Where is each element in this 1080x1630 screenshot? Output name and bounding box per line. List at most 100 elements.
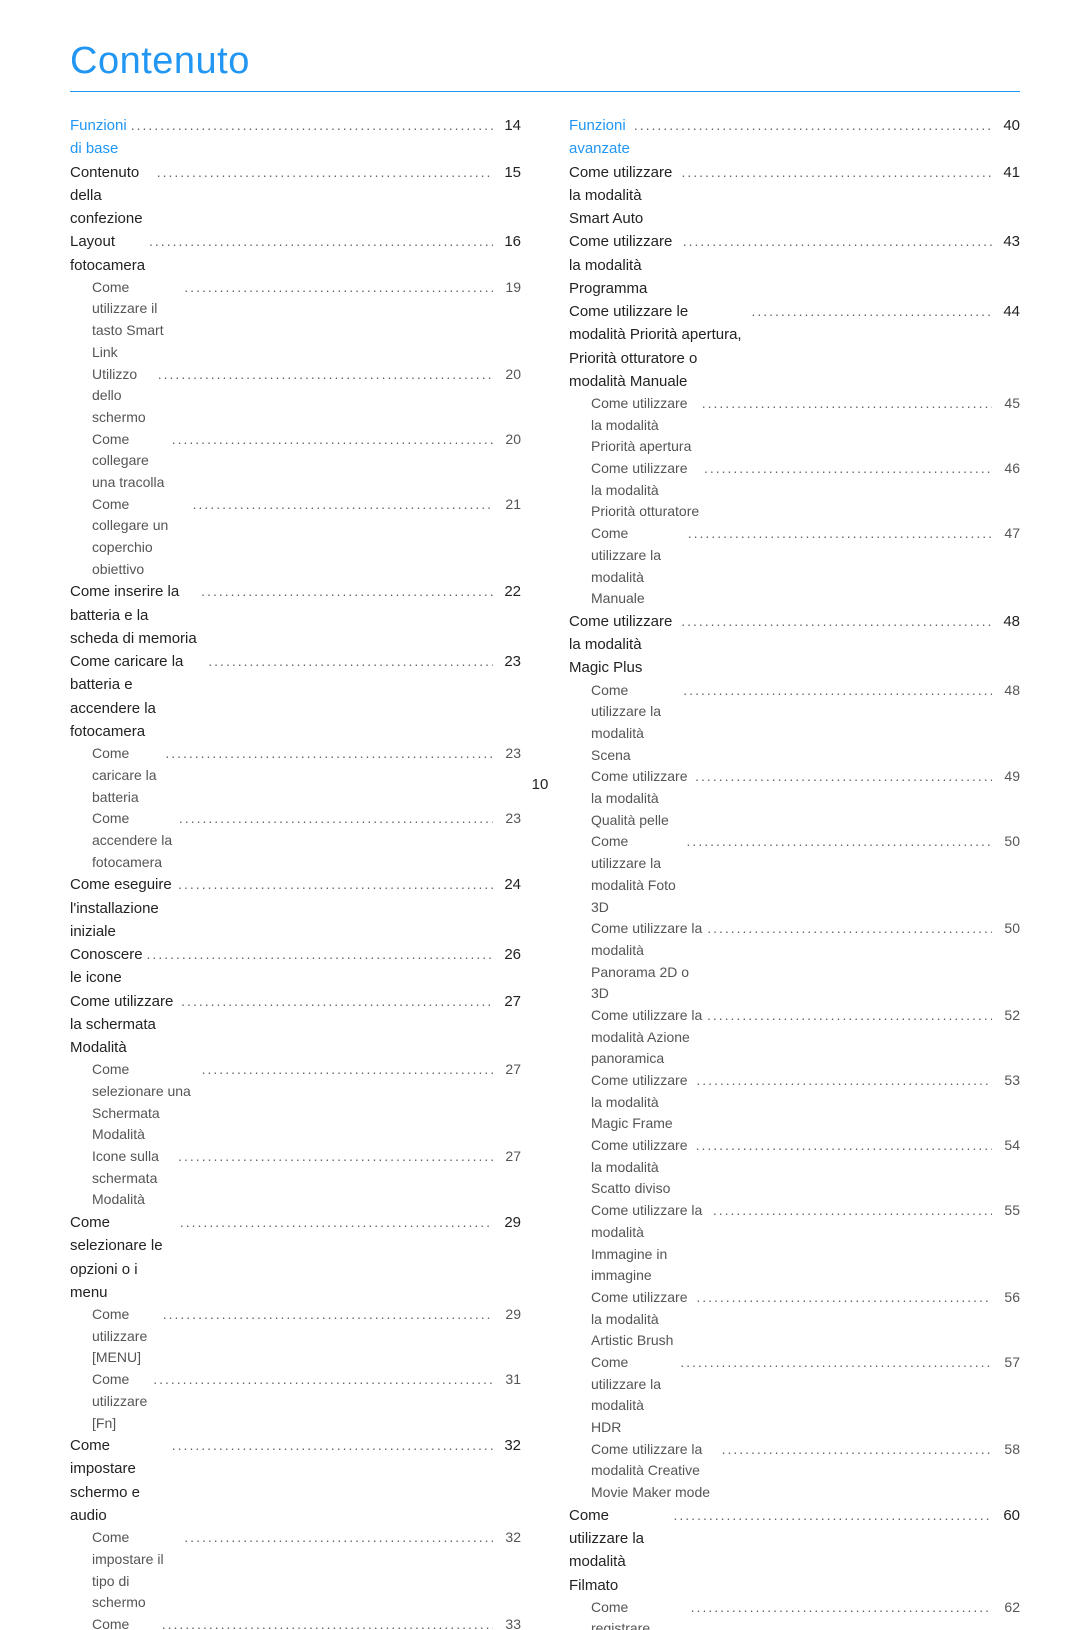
toc-page-number: 55	[992, 1200, 1020, 1222]
toc-entry-label: Come utilizzare la modalità Azione panor…	[591, 1005, 703, 1070]
toc-entry-label: Come utilizzare la modalità Creative Mov…	[591, 1439, 718, 1504]
toc-leader-dots	[197, 581, 493, 603]
toc-entry[interactable]: Come utilizzare la modalità Manuale47	[569, 523, 1020, 610]
toc-entry[interactable]: Come utilizzare la schermata Modalità 27	[70, 990, 521, 1060]
toc-right-column: Funzioni avanzate 40 Come utilizzare la …	[569, 114, 1020, 1630]
toc-page-number: 23	[493, 743, 521, 765]
toc-entry[interactable]: Conoscere le icone26	[70, 943, 521, 990]
toc-entry[interactable]: Come collegare un coperchio obiettivo21	[70, 494, 521, 581]
toc-page-number: 50	[992, 831, 1020, 853]
toc-entry[interactable]: Come eseguire l'installazione iniziale24	[70, 873, 521, 943]
toc-entry-label: Come utilizzare la modalità Artistic Bru…	[591, 1287, 692, 1352]
toc-entry-label: Come collegare una tracolla	[92, 429, 168, 494]
toc-entry-label: Come utilizzare la modalità Panorama 2D …	[591, 918, 703, 1005]
toc-page-number: 57	[992, 1352, 1020, 1374]
toc-section-heading[interactable]: Funzioni di base 14	[70, 114, 521, 161]
toc-page-number: 33	[493, 1614, 521, 1630]
toc-leader-dots	[153, 162, 493, 184]
toc-entry[interactable]: Come utilizzare la modalità Immagine in …	[569, 1200, 1020, 1287]
toc-entry[interactable]: Come utilizzare la modalità Azione panor…	[569, 1005, 1020, 1070]
toc-entry-label: Come utilizzare la modalità Foto 3D	[591, 831, 683, 918]
toc-entry-label: Come utilizzare la modalità Magic Plus	[569, 610, 677, 680]
toc-leader-dots	[683, 831, 992, 853]
toc-section-label: Funzioni avanzate	[569, 114, 630, 161]
toc-entry-label: Come utilizzare [Fn]	[92, 1369, 149, 1434]
toc-entry-label: Come utilizzare la modalità Priorità ape…	[591, 393, 698, 458]
toc-entry[interactable]: Come utilizzare il tasto Smart Link19	[70, 277, 521, 364]
toc-entry-label: Icone sulla schermata Modalità	[92, 1146, 174, 1211]
toc-entry-label: Come utilizzare la modalità Scena	[591, 680, 679, 767]
toc-columns: Funzioni di base 14 Contenuto della conf…	[70, 114, 1020, 1630]
toc-leader-dots	[127, 115, 493, 137]
toc-entry[interactable]: Come collegare una tracolla20	[70, 429, 521, 494]
toc-entry[interactable]: Contenuto della confezione15	[70, 161, 521, 231]
toc-entry[interactable]: Layout fotocamera16	[70, 230, 521, 277]
toc-section-heading[interactable]: Funzioni avanzate 40	[569, 114, 1020, 161]
toc-entry-label: Come utilizzare la schermata Modalità	[70, 990, 177, 1060]
toc-page-number: 20	[493, 364, 521, 386]
toc-page-number: 23	[493, 808, 521, 830]
toc-page-number: 24	[493, 873, 521, 896]
toc-entry[interactable]: Icone sulla schermata Modalità 27	[70, 1146, 521, 1211]
toc-entry[interactable]: Come utilizzare [Fn]31	[70, 1369, 521, 1434]
toc-page-number: 27	[493, 990, 521, 1013]
title-rule	[70, 91, 1020, 92]
toc-entry[interactable]: Come selezionare le opzioni o i menu29	[70, 1211, 521, 1304]
toc-entry-label: Come utilizzare la modalità Manuale	[591, 523, 684, 610]
page-container: Contenuto Funzioni di base 14 Contenuto …	[0, 0, 1080, 815]
toc-leader-dots	[670, 1505, 992, 1527]
toc-entry[interactable]: Come selezionare una Schermata Modalità2…	[70, 1059, 521, 1146]
toc-leader-dots	[698, 393, 992, 415]
toc-entry[interactable]: Come utilizzare [MENU] 29	[70, 1304, 521, 1369]
toc-entry[interactable]: Come utilizzare la modalità Magic Frame5…	[569, 1070, 1020, 1135]
toc-entry-label: Come registrare video ad alta velocità	[591, 1597, 687, 1630]
page-title: Contenuto	[70, 40, 1020, 83]
toc-leader-dots	[700, 458, 992, 480]
toc-entry[interactable]: Come registrare video ad alta velocità62	[569, 1597, 1020, 1630]
toc-page-number: 27	[493, 1146, 521, 1168]
toc-entry-label: Come impostare il tipo di schermo	[92, 1527, 180, 1614]
toc-entry[interactable]: Come utilizzare la modalità Scena48	[569, 680, 1020, 767]
toc-entry[interactable]: Come utilizzare la modalità Artistic Bru…	[569, 1287, 1020, 1352]
toc-entry-label: Come utilizzare la modalità Priorità ott…	[591, 458, 700, 523]
toc-leader-dots	[174, 1146, 493, 1168]
toc-leader-dots	[158, 1614, 493, 1630]
toc-leader-dots	[143, 944, 493, 966]
toc-entry[interactable]: Come impostare l'audio 33	[70, 1614, 521, 1630]
toc-leader-dots	[175, 808, 493, 830]
toc-entry[interactable]: Come impostare schermo e audio32	[70, 1434, 521, 1527]
toc-entry[interactable]: Utilizzo dello schermo20	[70, 364, 521, 429]
toc-entry-label: Come utilizzare [MENU]	[92, 1304, 159, 1369]
toc-entry-label: Come impostare l'audio	[92, 1614, 158, 1630]
toc-entry[interactable]: Come inserire la batteria e la scheda di…	[70, 580, 521, 650]
toc-entry[interactable]: Come caricare la batteria e accendere la…	[70, 650, 521, 743]
toc-entry[interactable]: Come utilizzare le modalità Priorità ape…	[569, 300, 1020, 393]
toc-entry[interactable]: Come utilizzare la modalità Panorama 2D …	[569, 918, 1020, 1005]
toc-leader-dots	[145, 231, 493, 253]
toc-page-number: 52	[992, 1005, 1020, 1027]
toc-right-entries: Come utilizzare la modalità Smart Auto41…	[569, 161, 1020, 1630]
toc-entry[interactable]: Come utilizzare la modalità Magic Plus48	[569, 610, 1020, 680]
toc-leader-dots	[177, 991, 493, 1013]
toc-entry[interactable]: Come utilizzare la modalità Programma43	[569, 230, 1020, 300]
toc-page-number: 29	[493, 1304, 521, 1326]
toc-entry[interactable]: Come utilizzare la modalità Priorità ape…	[569, 393, 1020, 458]
toc-entry[interactable]: Come utilizzare la modalità Foto 3D 50	[569, 831, 1020, 918]
toc-entry-label: Come selezionare le opzioni o i menu	[70, 1211, 176, 1304]
toc-entry[interactable]: Come impostare il tipo di schermo32	[70, 1527, 521, 1614]
toc-entry[interactable]: Come utilizzare la modalità Smart Auto41	[569, 161, 1020, 231]
toc-entry[interactable]: Come utilizzare la modalità HDR57	[569, 1352, 1020, 1439]
toc-entry[interactable]: Come utilizzare la modalità Creative Mov…	[569, 1439, 1020, 1504]
toc-page-number: 53	[992, 1070, 1020, 1092]
toc-entry[interactable]: Come utilizzare la modalità Filmato60	[569, 1504, 1020, 1597]
toc-entry[interactable]: Come utilizzare la modalità Scatto divis…	[569, 1135, 1020, 1200]
toc-left-column: Funzioni di base 14 Contenuto della conf…	[70, 114, 521, 1630]
toc-page-number: 54	[992, 1135, 1020, 1157]
toc-entry[interactable]: Come utilizzare la modalità Priorità ott…	[569, 458, 1020, 523]
toc-leader-dots	[676, 1352, 992, 1374]
toc-page-number: 15	[493, 161, 521, 184]
toc-leader-dots	[149, 1369, 493, 1391]
toc-entry[interactable]: Come accendere la fotocamera23	[70, 808, 521, 873]
toc-leader-dots	[747, 301, 992, 323]
toc-entry-label: Come inserire la batteria e la scheda di…	[70, 580, 197, 650]
